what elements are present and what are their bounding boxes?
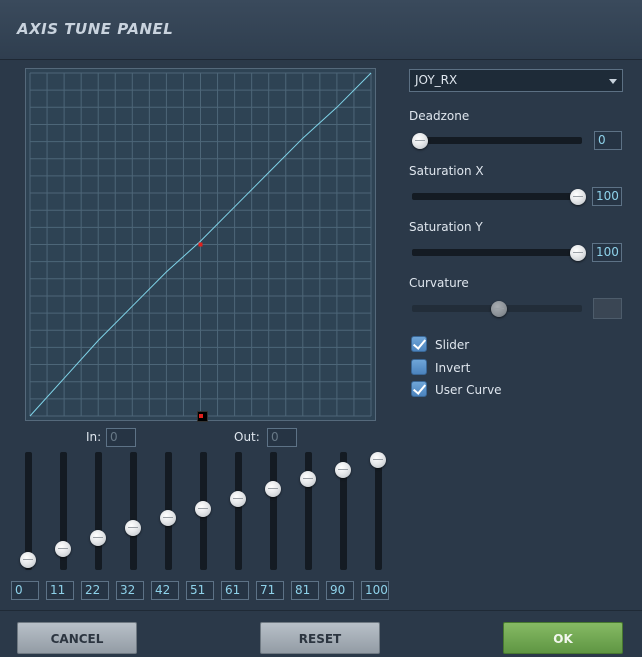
response-curve-svg [29,72,372,417]
curve-point-value-field[interactable]: 90 [326,581,354,600]
curve-point-value-field[interactable]: 32 [116,581,144,600]
saturation-x-label: Saturation X [409,164,484,178]
out-value-field: 0 [267,428,297,447]
curve-point-value-field[interactable]: 51 [186,581,214,600]
invert-checkbox[interactable] [411,359,427,375]
curve-point-slider-track[interactable] [304,452,312,570]
saturation-x-value-field[interactable]: 100 [592,187,622,206]
curve-point-slider-track[interactable] [129,452,137,570]
curve-point-value-field[interactable]: 71 [256,581,284,600]
title-bar: AXIS TUNE PANEL [0,0,642,60]
saturation-x-slider-track[interactable] [412,193,582,200]
curve-point-slider-track[interactable] [94,452,102,570]
deadzone-value-field[interactable]: 0 [594,131,622,150]
invert-checkbox-label: Invert [435,361,471,375]
saturation-x-slider-handle[interactable] [570,189,586,205]
curve-point-value-field[interactable]: 100 [361,581,389,600]
deadzone-slider-handle[interactable] [412,133,428,149]
curve-point-value-field[interactable]: 42 [151,581,179,600]
slider-checkbox-label: Slider [435,338,470,352]
curve-point-slider-track[interactable] [234,452,242,570]
curve-point-value-field[interactable]: 11 [46,581,74,600]
curvature-value-field [593,298,622,319]
panel-title: AXIS TUNE PANEL [17,20,174,38]
curve-point-slider-track[interactable] [374,452,382,570]
curvature-label: Curvature [409,276,469,290]
axis-select-value: JOY_RX [415,73,458,87]
user-curve-checkbox[interactable] [411,381,427,397]
in-value-field: 0 [106,428,136,447]
slider-checkbox[interactable] [411,336,427,352]
out-label: Out: [234,430,260,444]
saturation-y-slider-track[interactable] [412,249,582,256]
curve-point-slider-handle[interactable] [90,530,106,546]
deadzone-label: Deadzone [409,109,470,123]
deadzone-slider-track[interactable] [412,137,582,144]
curve-point-slider-track[interactable] [269,452,277,570]
in-label: In: [86,430,102,444]
curve-point-slider-handle[interactable] [370,452,386,468]
user-curve-checkbox-label: User Curve [435,383,502,397]
curve-point-slider-handle[interactable] [335,462,351,478]
chevron-down-icon [609,79,617,84]
curve-point-slider-handle[interactable] [160,510,176,526]
axis-select-dropdown[interactable]: JOY_RX [409,69,623,92]
curve-point-slider-handle[interactable] [230,491,246,507]
saturation-y-slider-handle[interactable] [570,245,586,261]
curvature-slider-handle [491,301,507,317]
curve-point-value-field[interactable]: 22 [81,581,109,600]
cancel-button[interactable]: CANCEL [17,622,137,654]
reset-button[interactable]: RESET [260,622,380,654]
curve-point-slider-handle[interactable] [20,552,36,568]
curve-point-value-field[interactable]: 61 [221,581,249,600]
response-curve-graph[interactable] [25,68,376,421]
center-point-marker [198,242,203,247]
curve-point-slider-handle[interactable] [125,520,141,536]
saturation-y-label: Saturation Y [409,220,483,234]
input-position-marker [197,411,208,422]
curve-point-value-field[interactable]: 81 [291,581,319,600]
curve-point-value-field[interactable]: 0 [11,581,39,600]
saturation-y-value-field[interactable]: 100 [592,243,622,262]
curve-point-slider-handle[interactable] [265,481,281,497]
ok-button[interactable]: OK [503,622,623,654]
curve-point-slider-handle[interactable] [55,541,71,557]
curve-point-slider-handle[interactable] [195,501,211,517]
curve-point-slider-handle[interactable] [300,471,316,487]
